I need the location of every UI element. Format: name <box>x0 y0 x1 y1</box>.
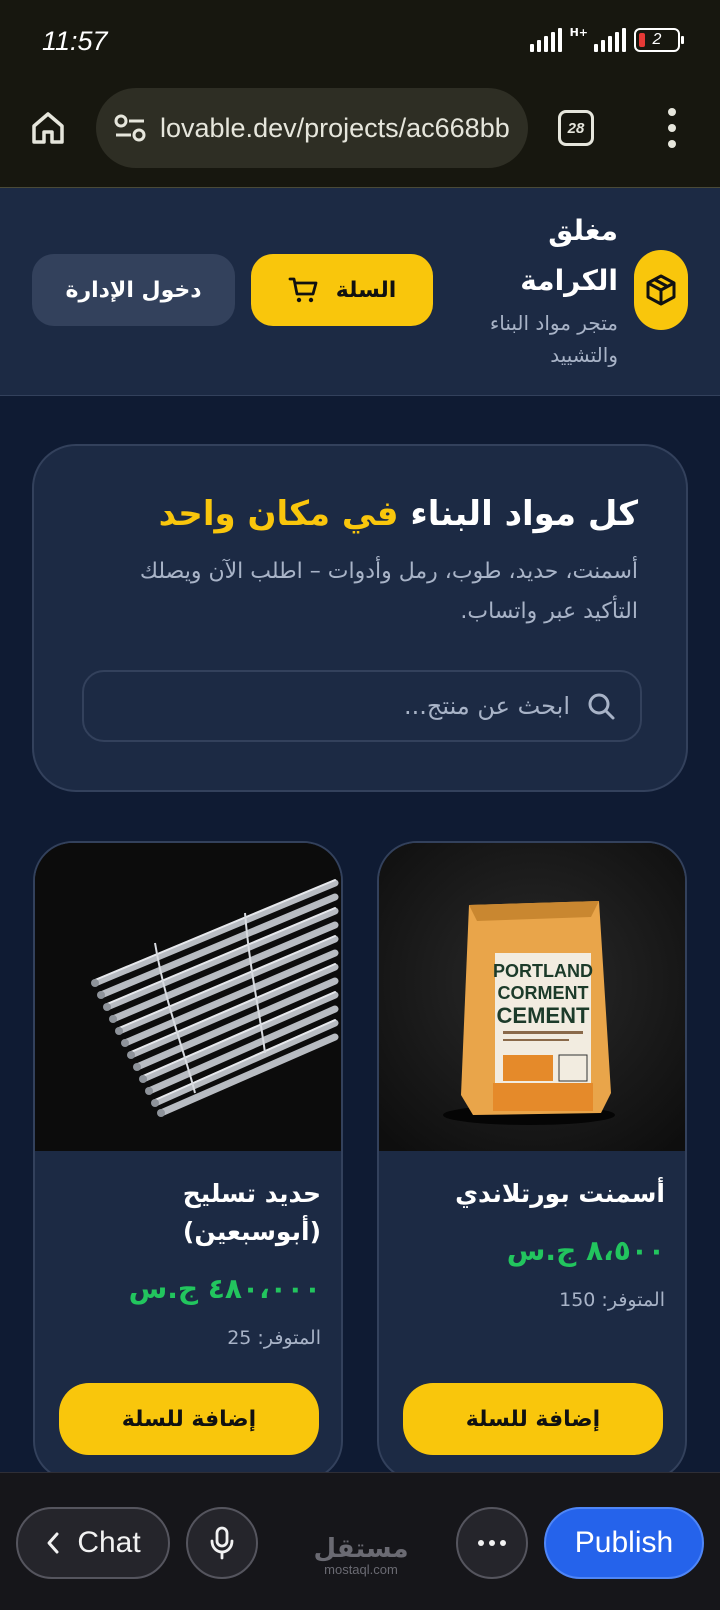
chat-label: Chat <box>77 1526 141 1559</box>
hero-title-accent: في مكان واحد <box>158 494 399 534</box>
hero-card: كل مواد البناء في مكان واحد أسمنت، حديد،… <box>32 444 688 792</box>
network-type: H+ <box>569 26 588 39</box>
editor-bottom-bar: Chat مستقل mostaql.com Publish <box>0 1472 720 1610</box>
product-card: PORTLAND CORMENT CEMENT أسمنت بورتلاندي … <box>377 841 687 1481</box>
product-name: أسمنت بورتلاندي <box>455 1179 665 1208</box>
hero-title: كل مواد البناء في مكان واحد <box>159 494 638 534</box>
add-to-cart-button[interactable]: إضافة للسلة <box>403 1383 663 1455</box>
product-stock: المتوفر: 150 <box>559 1289 665 1311</box>
clock: 11:57 <box>42 26 108 56</box>
bag-text-1: PORTLAND <box>493 961 593 981</box>
cart-button[interactable]: السلة <box>251 254 433 326</box>
status-bar: 11:57 H+ 2 <box>0 0 720 88</box>
product-stock: المتوفر: 25 <box>227 1327 321 1349</box>
product-image-rebar <box>35 843 341 1151</box>
brand-name-line2: الكرامة <box>520 264 618 297</box>
brand-subtitle-line2: والتشييد <box>550 343 618 367</box>
address-bar[interactable]: lovable.dev/projects/ac668bb <box>96 88 528 168</box>
battery-icon: 2 <box>634 28 684 52</box>
watermark-url: mostaql.com <box>324 1562 398 1577</box>
hero-description: أسمنت، حديد، طوب، رمل وأدوات – اطلب الآن… <box>139 559 638 624</box>
product-price: ٤٨٠،٠٠٠ ج.س <box>128 1272 321 1305</box>
admin-login-button[interactable]: دخول الإدارة <box>32 254 235 326</box>
browser-toolbar: lovable.dev/projects/ac668bb 28 <box>0 88 720 188</box>
product-name: حديد تسليح (أبوسبعين) <box>182 1179 321 1246</box>
system-icons: H+ 2 <box>529 26 684 52</box>
cart-label: السلة <box>335 277 397 303</box>
brand-name-line1: مغلق <box>548 214 618 247</box>
product-image-cement: PORTLAND CORMENT CEMENT <box>379 843 685 1151</box>
watermark-arabic: مستقل <box>313 1534 409 1564</box>
url-text: lovable.dev/projects/ac668bb <box>160 112 510 143</box>
search-box[interactable] <box>82 670 642 742</box>
battery-level: 2 <box>652 31 662 48</box>
publish-button[interactable]: Publish <box>544 1507 704 1579</box>
chevron-left-icon <box>47 1532 59 1554</box>
signal-icon <box>529 28 562 52</box>
bag-text-3: CEMENT <box>497 1003 590 1028</box>
site-header: مغلق الكرامة متجر مواد البناء والتشييد ا… <box>0 188 720 396</box>
brand: مغلق الكرامة متجر مواد البناء والتشييد <box>490 206 618 370</box>
brand-subtitle-line1: متجر مواد البناء <box>489 311 618 335</box>
more-vert-icon[interactable] <box>664 108 680 148</box>
box-icon <box>634 250 688 330</box>
microphone-button[interactable] <box>186 1507 258 1579</box>
home-icon[interactable] <box>28 108 68 148</box>
add-to-cart-button[interactable]: إضافة للسلة <box>59 1383 319 1455</box>
site-settings-icon[interactable] <box>114 114 146 142</box>
signal-icon-2 <box>594 28 626 52</box>
search-icon <box>588 693 615 720</box>
product-card: حديد تسليح (أبوسبعين) ٤٨٠،٠٠٠ ج.س المتوف… <box>33 841 343 1481</box>
bag-text-2: CORMENT <box>498 983 589 1003</box>
hero-title-main: كل مواد البناء <box>398 494 638 534</box>
tab-switcher-button[interactable]: 28 <box>558 110 594 146</box>
product-price: ٨،٥٠٠ ج.س <box>506 1234 665 1267</box>
more-horiz-icon[interactable] <box>456 1507 528 1579</box>
cart-icon <box>288 277 318 303</box>
chat-button[interactable]: Chat <box>16 1507 170 1579</box>
watermark-logo: مستقل mostaql.com <box>306 1535 416 1577</box>
microphone-icon <box>210 1526 234 1560</box>
search-input[interactable] <box>110 692 570 720</box>
